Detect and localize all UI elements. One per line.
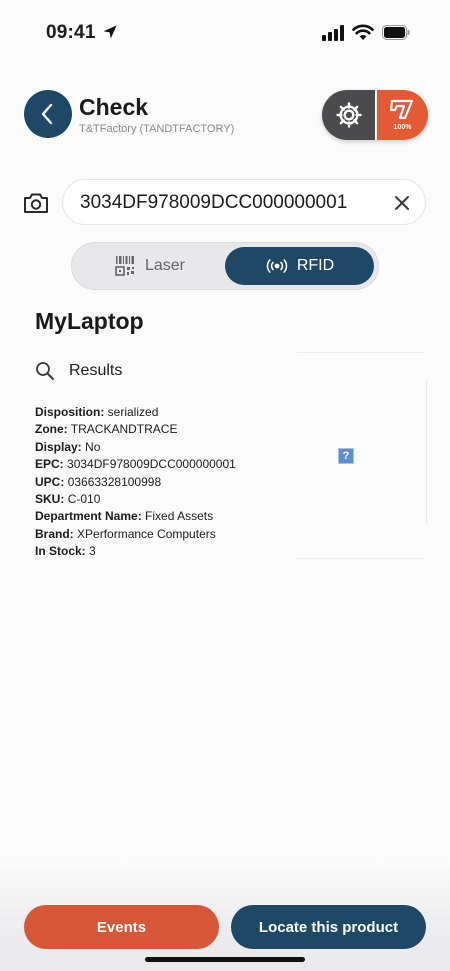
detail-row: EPC: 3034DF978009DCC000000001 [35, 456, 236, 473]
barcode-icon [115, 256, 134, 276]
settings-button[interactable] [322, 90, 375, 140]
account-subtitle: T&TFactory (TANDTFACTORY) [79, 123, 235, 135]
detail-row: Display: No [35, 439, 236, 456]
status-time: 09:41 [46, 22, 96, 43]
detail-row: Disposition: serialized [35, 404, 236, 421]
signal-icon [322, 25, 344, 41]
scan-mode-toggle: Laser RFID [71, 242, 379, 290]
missing-image-icon: ? [338, 448, 354, 464]
detail-row: In Stock: 3 [35, 543, 236, 560]
laser-mode-label: Laser [144, 257, 186, 274]
detail-value: C-010 [67, 492, 101, 507]
locate-product-button[interactable]: Locate this product [231, 905, 426, 949]
page-title: Check [79, 94, 149, 120]
product-details: Disposition: serialized Zone: TRACKANDTR… [35, 404, 236, 561]
detail-key: EPC: [35, 457, 64, 472]
detail-value: 3 [89, 544, 96, 559]
detail-key: UPC: [35, 474, 65, 489]
rfid-mode-label: RFID [296, 257, 335, 274]
detail-row: UPC: 03663328100998 [35, 474, 236, 491]
detail-key: Disposition: [35, 405, 105, 419]
status-bar: 09:41 [0, 0, 450, 60]
search-icon [36, 362, 54, 380]
detail-key: Department Name: [35, 509, 142, 524]
location-arrow-icon [103, 25, 117, 39]
detail-value: No [85, 439, 101, 454]
detail-key: In Stock: [35, 544, 86, 559]
back-button[interactable] [24, 90, 72, 138]
laser-mode-option[interactable]: Laser [77, 247, 223, 285]
detail-row: SKU: C-010 [35, 491, 236, 508]
detail-key: Brand: [35, 526, 74, 541]
clear-icon[interactable] [392, 193, 412, 213]
detail-row: Department Name: Fixed Assets [35, 508, 236, 525]
battery-icon [382, 25, 410, 40]
detail-row: Brand: XPerformance Computers [35, 526, 236, 543]
detail-value: serialized [107, 405, 159, 419]
detail-value: 03663328100998 [67, 474, 162, 489]
search-input[interactable] [80, 191, 370, 215]
header-actions: 100% [322, 90, 428, 140]
product-name: MyLaptop [35, 308, 144, 334]
rfid-mode-option[interactable]: RFID [225, 247, 374, 285]
detail-value: Fixed Assets [145, 509, 214, 524]
device-battery-percent: 100% [393, 124, 412, 131]
camera-icon[interactable] [22, 191, 50, 215]
brand-logo-icon [389, 99, 414, 120]
detail-value: 3034DF978009DCC000000001 [67, 457, 236, 472]
detail-row: Zone: TRACKANDTRACE [35, 421, 236, 438]
brand-battery-button[interactable]: 100% [375, 90, 428, 140]
detail-value: XPerformance Computers [77, 526, 216, 541]
detail-value: TRACKANDTRACE [70, 422, 178, 437]
detail-key: Zone: [35, 422, 68, 437]
app-screen: 09:41 Check T&TFactory (TANDTFACTORY) 10… [0, 0, 450, 971]
events-button[interactable]: Events [24, 905, 219, 949]
search-field [62, 179, 426, 225]
rfid-icon [266, 259, 288, 273]
image-edge-divider [426, 381, 427, 523]
wifi-icon [352, 24, 374, 40]
results-label: Results [69, 362, 123, 379]
detail-key: SKU: [35, 492, 65, 507]
detail-key: Display: [35, 439, 82, 454]
results-header[interactable]: Results [35, 359, 122, 383]
chevron-left-icon [41, 103, 53, 125]
gear-icon [335, 102, 362, 128]
product-image: ? [297, 352, 427, 559]
home-indicator [145, 957, 305, 962]
